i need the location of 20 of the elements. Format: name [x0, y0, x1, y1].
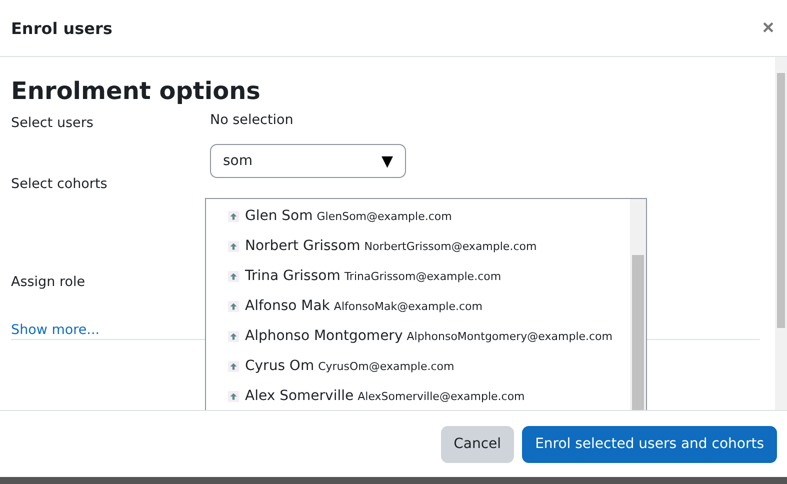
- field-label: Select cohorts: [11, 176, 108, 192]
- search-field[interactable]: som ▼: [210, 144, 406, 178]
- scrollbar[interactable]: [775, 57, 787, 410]
- section-heading: Enrolment options: [11, 76, 262, 107]
- scrollbar[interactable]: [630, 199, 646, 410]
- suggestion-item[interactable]: Alphonso Montgomery AlphonsoMontgomery@example.com: [206, 321, 630, 351]
- field-label: Select users: [11, 115, 94, 133]
- field-label: Assign role: [11, 274, 86, 290]
- suggestion-item[interactable]: Glen Som GlenSom@example.com: [206, 201, 630, 231]
- suggestion-item[interactable]: Norbert Grissom NorbertGrissom@example.com: [206, 231, 630, 261]
- suggestion-item[interactable]: Cyrus Om CyrusOm@example.com: [206, 351, 630, 381]
- suggestion-item[interactable]: Alfonso Mak AlfonsoMak@example.com: [206, 291, 630, 321]
- show-more-link[interactable]: Show more...: [11, 322, 100, 338]
- enrol-button[interactable]: Enrol selected users and cohorts: [522, 426, 777, 462]
- cancel-button[interactable]: Cancel: [440, 426, 514, 462]
- suggestion-item[interactable]: Alex Somerville AlexSomerville@example.com: [206, 381, 630, 411]
- selection-text: No selection: [210, 112, 294, 128]
- dialog-title: Enrol users: [11, 18, 112, 38]
- suggestion-item[interactable]: Trina Grissom TrinaGrissom@example.com: [206, 261, 630, 291]
- close-button[interactable]: ×: [760, 16, 776, 40]
